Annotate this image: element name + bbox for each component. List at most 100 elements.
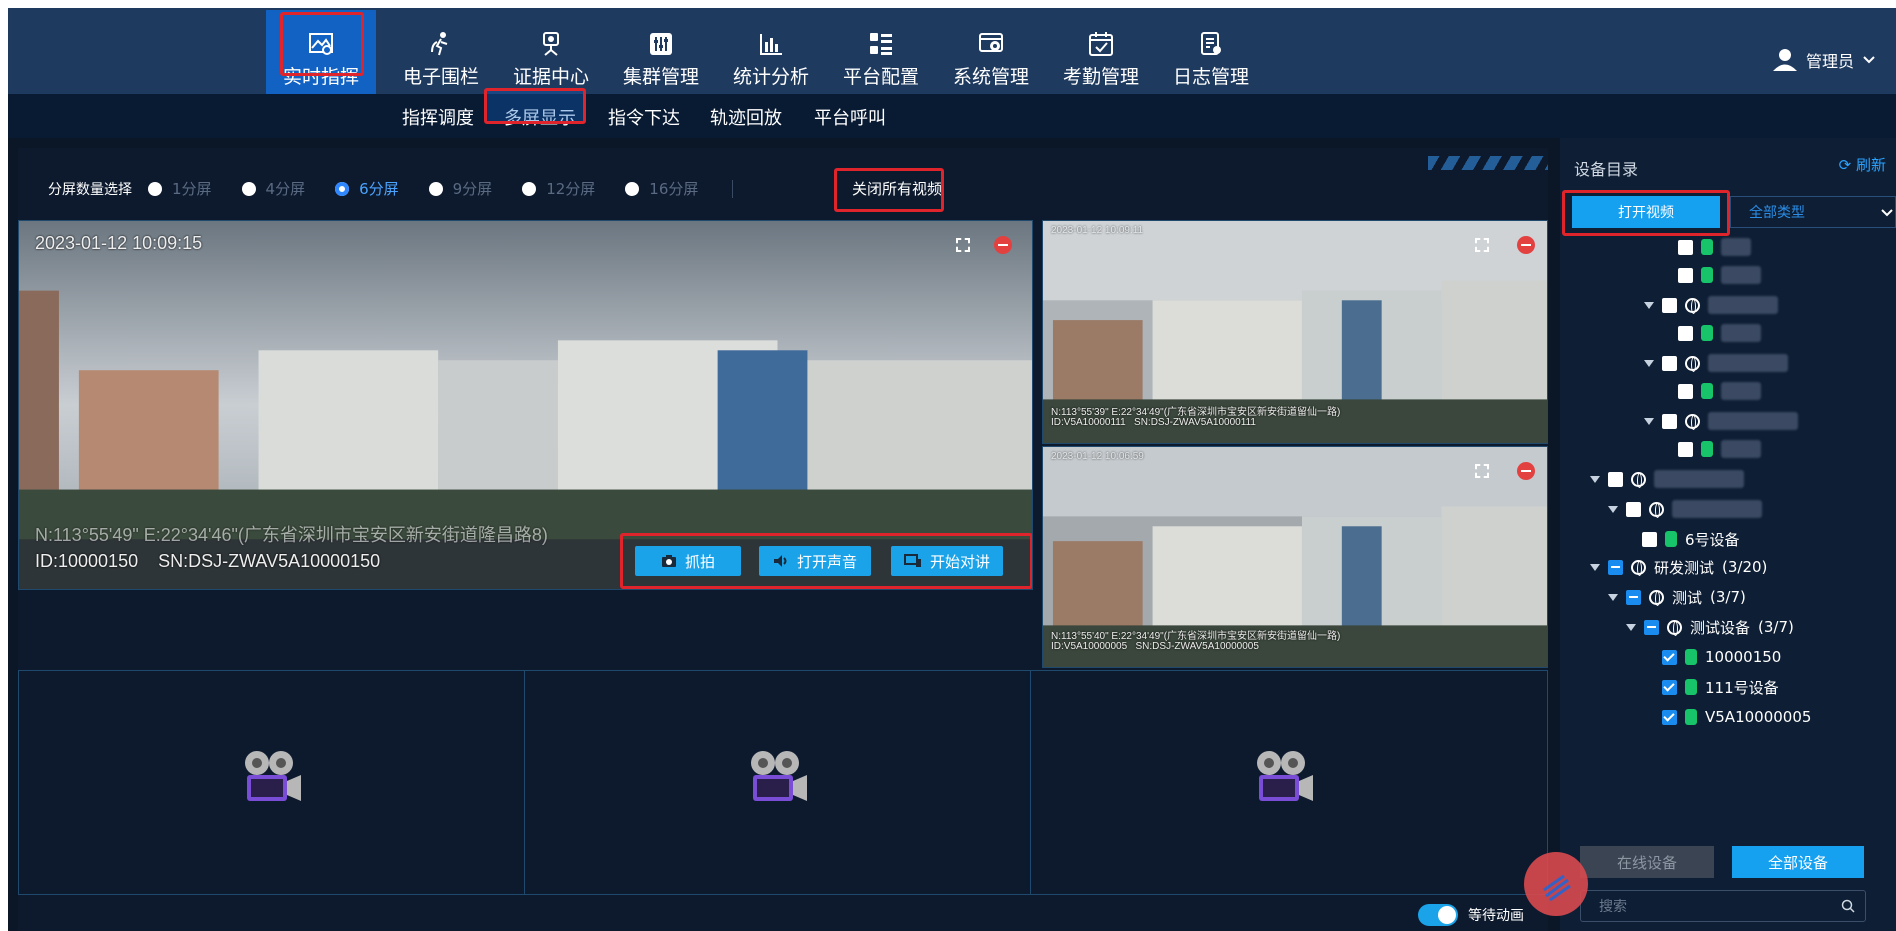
split-option-16[interactable]: 16分屏: [625, 178, 698, 199]
tree-node-device6[interactable]: 6号设备: [1642, 526, 1740, 552]
expand-icon[interactable]: [1590, 475, 1600, 483]
tree-node-group2[interactable]: 测试 (3/7): [1608, 584, 1746, 610]
user-menu[interactable]: 管理员: [1772, 48, 1876, 72]
redacted-label: [1708, 296, 1778, 314]
nav-item-evidence[interactable]: 证据中心: [496, 20, 606, 90]
expand-icon[interactable]: [1590, 563, 1600, 571]
checkbox[interactable]: [1662, 297, 1677, 313]
split-option-12[interactable]: 12分屏: [522, 178, 595, 199]
tree-node[interactable]: [1678, 262, 1761, 288]
tree-node[interactable]: [1678, 234, 1751, 260]
toggle-switch[interactable]: [1418, 904, 1458, 926]
checkbox[interactable]: [1678, 383, 1693, 399]
split-option-6[interactable]: 6分屏: [335, 178, 399, 199]
close-video-icon[interactable]: [1517, 462, 1535, 480]
camera-placeholder-icon: [751, 751, 807, 801]
nav-item-config[interactable]: 平台配置: [826, 20, 936, 90]
online-devices-button[interactable]: 在线设备: [1580, 846, 1714, 878]
fullscreen-icon[interactable]: [1475, 464, 1489, 478]
subnav-dispatch[interactable]: 指挥调度: [402, 104, 474, 130]
split-option-label: 12分屏: [546, 180, 596, 198]
wait-animation-toggle[interactable]: 等待动画: [1418, 904, 1524, 926]
chevron-down-icon: [1863, 56, 1875, 64]
search-input[interactable]: 搜索: [1580, 890, 1866, 922]
checkbox[interactable]: [1678, 441, 1693, 457]
sub-nav: 指挥调度 多屏显示 指令下达 轨迹回放 平台呼叫: [8, 88, 1896, 138]
highlight-box: [280, 12, 364, 76]
video-tile-3[interactable]: 2023-01-12 10:06:59 N:113°55'40" E:22°34…: [1042, 446, 1548, 668]
empty-video-slot[interactable]: [18, 670, 526, 895]
tree-node[interactable]: [1678, 320, 1761, 346]
radio-icon: [625, 181, 640, 196]
checkbox-checked[interactable]: [1662, 679, 1677, 695]
checkbox-partial[interactable]: [1608, 559, 1623, 575]
tree-node-dev-c[interactable]: V5A10000005: [1662, 704, 1811, 730]
tree-node[interactable]: [1608, 496, 1762, 522]
close-video-icon[interactable]: [994, 236, 1012, 254]
checkbox[interactable]: [1678, 267, 1693, 283]
tree-node[interactable]: [1644, 350, 1788, 376]
split-option-9[interactable]: 9分屏: [428, 178, 492, 199]
camera-placeholder-icon: [1257, 751, 1313, 801]
video-tile-2[interactable]: 2023-01-12 10:09:11 N:113°55'39" E:22°34…: [1042, 220, 1548, 444]
expand-icon[interactable]: [1608, 505, 1618, 513]
tree-node-dev-a[interactable]: 10000150: [1662, 644, 1781, 670]
tree-node-dev-b[interactable]: 111号设备: [1662, 674, 1779, 700]
tree-node[interactable]: [1590, 466, 1744, 492]
toggle-label: 等待动画: [1468, 908, 1524, 924]
nav-item-log[interactable]: 日志管理: [1156, 20, 1266, 90]
video-id-sn: ID:V5A10000111 SN:DSJ-ZWAV5A10000111: [1051, 417, 1256, 428]
group-count: (3/7): [1710, 588, 1746, 606]
empty-video-slot[interactable]: [524, 670, 1032, 895]
empty-video-slot[interactable]: [1030, 670, 1548, 895]
checkbox[interactable]: [1608, 471, 1623, 487]
expand-icon[interactable]: [1626, 623, 1636, 631]
group-label: 测试: [1672, 588, 1703, 607]
floating-action-button[interactable]: [1524, 852, 1588, 916]
nav-item-attendance[interactable]: 考勤管理: [1046, 20, 1156, 90]
subnav-playback[interactable]: 轨迹回放: [710, 104, 782, 130]
device-type-select[interactable]: 全部类型: [1730, 196, 1896, 228]
checkbox[interactable]: [1662, 413, 1677, 429]
tree-node[interactable]: [1644, 292, 1778, 318]
nav-item-stats[interactable]: 统计分析: [716, 20, 826, 90]
redacted-label: [1672, 500, 1762, 518]
radio-icon: [428, 181, 443, 196]
checkbox-checked[interactable]: [1662, 649, 1677, 665]
fullscreen-icon[interactable]: [1475, 238, 1489, 252]
tree-node[interactable]: [1644, 408, 1798, 434]
tree-node[interactable]: [1678, 436, 1761, 462]
split-option-1[interactable]: 1分屏: [148, 178, 212, 199]
checkbox[interactable]: [1678, 239, 1693, 255]
tree-node-group1[interactable]: 研发测试 (3/20): [1590, 554, 1767, 580]
checkbox[interactable]: [1626, 501, 1641, 517]
split-option-label: 1分屏: [172, 180, 212, 198]
select-value: 全部类型: [1749, 205, 1805, 221]
checkbox-partial[interactable]: [1644, 619, 1659, 635]
tree-node-group3[interactable]: 测试设备 (3/7): [1626, 614, 1794, 640]
checkbox-partial[interactable]: [1626, 589, 1641, 605]
nav-item-cluster[interactable]: 集群管理: [606, 20, 716, 90]
expand-icon[interactable]: [1644, 359, 1654, 367]
close-video-icon[interactable]: [1517, 236, 1535, 254]
subnav-command[interactable]: 指令下达: [608, 104, 680, 130]
subnav-call[interactable]: 平台呼叫: [814, 104, 886, 130]
expand-icon[interactable]: [1644, 417, 1654, 425]
nav-item-fence[interactable]: 电子围栏: [386, 20, 496, 90]
expand-icon[interactable]: [1608, 593, 1618, 601]
all-devices-button[interactable]: 全部设备: [1732, 846, 1864, 878]
device-icon: [1701, 325, 1713, 341]
nav-item-system[interactable]: 系统管理: [936, 20, 1046, 90]
fullscreen-icon[interactable]: [956, 238, 970, 252]
checkbox[interactable]: [1662, 355, 1677, 371]
checkbox[interactable]: [1678, 325, 1693, 341]
user-name: 管理员: [1805, 52, 1854, 71]
video-tile-main[interactable]: 2023-01-12 10:09:15 N:113°55'49" E:22°34…: [18, 220, 1033, 590]
checkbox[interactable]: [1642, 531, 1657, 547]
split-option-4[interactable]: 4分屏: [241, 178, 305, 199]
device-label: 10000150: [1705, 648, 1782, 666]
checkbox-checked[interactable]: [1662, 709, 1677, 725]
tree-node[interactable]: [1678, 378, 1761, 404]
expand-icon[interactable]: [1644, 301, 1654, 309]
refresh-button[interactable]: ⟳ 刷新: [1839, 154, 1886, 175]
